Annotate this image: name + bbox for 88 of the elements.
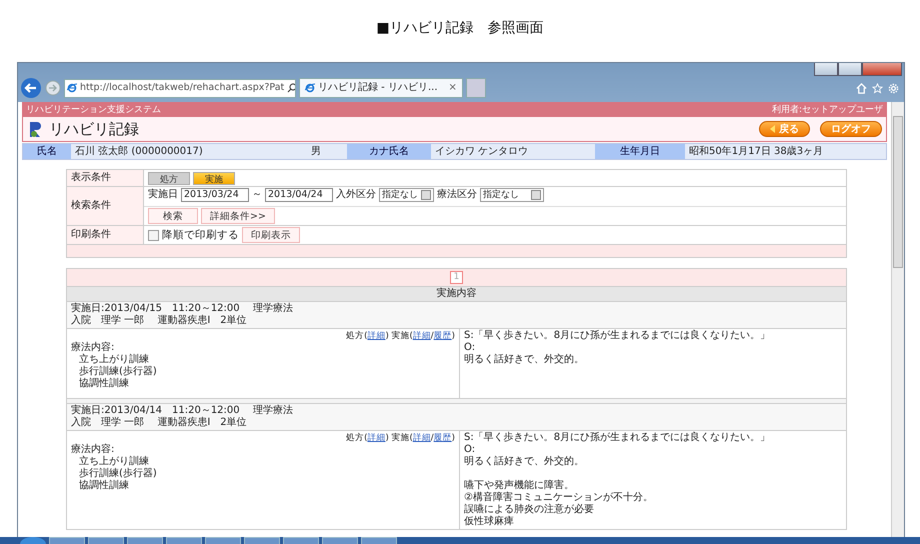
link-label: ) 実施( [385,432,413,444]
detail-link[interactable]: 詳細 [367,330,386,342]
patient-field-label: 氏名 [23,144,71,159]
record-info-line: 入院 理学 一郎 運動器疾患Ⅰ 2単位 [71,315,248,327]
taskbar-icon[interactable] [166,537,202,544]
close-icon[interactable] [862,63,902,76]
detail-link[interactable]: 履歴 [434,432,452,444]
note-line: 明るく話好きで、外交的。 [464,456,585,468]
link-label: ) 実施( [385,330,413,342]
field-label: 療法区分 [437,189,477,201]
page-caption: ■リハビリ記録 参照画面 [376,22,544,34]
taskbar-icon[interactable] [283,537,319,544]
dropdown[interactable]: 指定なし [379,188,434,202]
patient-field-value: 石川 弦太郎 (0000000017) [74,144,204,159]
patient-field-label: 生年月日 [595,144,685,159]
record-date-line: 実施日:2013/04/15 11:20～12:00 理学療法 [71,303,294,314]
therapy-item: 立ち上がり訓練 [78,354,150,366]
link-label: / [430,432,434,444]
detail-link[interactable]: 履歴 [434,330,452,342]
link-label: 処方( [346,432,368,444]
home-icon[interactable] [856,82,867,94]
therapy-item: 協調性訓練 [78,378,130,390]
date-to-field[interactable]: 2013/04/24 [265,188,333,202]
taskbar-icon[interactable] [244,537,280,544]
row-label: 印刷条件 [67,226,144,244]
scrollbar[interactable] [891,102,904,538]
range-separator: ～ [252,189,262,201]
note-line: O: [464,444,476,456]
date-from-field[interactable]: 2013/03/24 [181,188,249,202]
link-label: 処方( [346,330,368,342]
therapy-item: 歩行訓練(歩行器) [78,366,158,378]
therapy-content-label: 療法内容: [71,342,116,354]
settings-icon[interactable] [888,82,899,94]
checkbox[interactable] [148,230,159,240]
user-name: 利用者:セットアップユーザ [772,104,883,116]
therapy-item: 立ち上がり訓練 [78,456,150,468]
note-line: ②構音障害コミュニケーションが不十分。 [464,492,654,504]
display-toggle[interactable]: 実施 [193,172,235,184]
taskbar-icon[interactable] [88,537,124,544]
column-header: 実施内容 [67,286,846,302]
page-title: リハビリ記録 [49,123,139,135]
record-date-line: 実施日:2013/04/14 11:20～12:00 理学療法 [71,405,294,416]
link-label: / [430,330,434,342]
therapy-content-label: 療法内容: [71,444,116,456]
row-label: 検索条件 [67,187,144,225]
taskbar-icon[interactable] [127,537,163,544]
therapy-item: 協調性訓練 [78,480,130,492]
patient-field-value: 昭和50年1月17日 38歳3ヶ月 [688,144,824,159]
detail-link[interactable]: 詳細 [412,330,431,342]
display-toggle[interactable]: 処方 [148,172,190,184]
browser-tab[interactable]: リハビリ記録 - リハビリ... × [299,78,463,98]
maximize-icon[interactable] [838,63,862,76]
detail-link[interactable]: 詳細 [412,432,431,444]
note-line: 仮性球麻痺 [464,516,515,528]
link-label: ) [452,330,455,342]
address-bar[interactable]: http://localhost/takweb/rehachart.aspx?Pat [64,78,296,98]
row-label: 表示条件 [67,170,144,186]
note-line: 誤嚥による肺炎の注意が必要 [464,504,595,516]
taskbar-icon[interactable] [49,537,85,544]
print-button[interactable]: 印刷表示 [242,227,300,243]
minimize-icon[interactable] [814,63,838,76]
note-line: 明るく話好きで、外交的。 [464,354,585,366]
browser-logo-icon [305,83,315,93]
note-line: S:「早く歩きたい。8月にひ孫が生まれるまでには良くなりたい。」 [464,432,772,444]
search-button[interactable]: 詳細条件>> [201,208,275,224]
therapy-item: 歩行訓練(歩行器) [78,468,158,480]
link-label: ) [452,432,455,444]
browser-logo-icon [67,83,77,93]
checkbox-label: 降順で印刷する [162,229,239,241]
note-line: 嚥下や発声機能に障害。 [464,480,575,492]
taskbar-icon[interactable] [322,537,358,544]
taskbar-icon[interactable] [205,537,241,544]
system-name: リハビリテーション支援システム [26,104,161,116]
search-icon[interactable] [287,83,295,93]
patient-field-label: カナ氏名 [347,144,431,159]
patient-field-value: イシカワ ケンタロウ [434,145,530,159]
detail-link[interactable]: 詳細 [367,432,386,444]
record-info-line: 入院 理学 一郎 運動器疾患Ⅰ 2単位 [71,417,248,429]
taskbar-icon[interactable] [361,537,397,544]
note-line: O: [464,342,476,354]
search-button[interactable]: 検索 [148,208,198,224]
field-label: 入外区分 [336,189,376,201]
dropdown[interactable]: 指定なし [480,188,544,202]
back-caret-icon [770,125,776,133]
field-label: 実施日 [148,189,178,201]
star-icon[interactable] [872,82,883,94]
new-tab-button[interactable] [466,78,486,98]
note-line: S:「早く歩きたい。8月にひ孫が生まれるまでには良くなりたい。」 [464,330,772,342]
